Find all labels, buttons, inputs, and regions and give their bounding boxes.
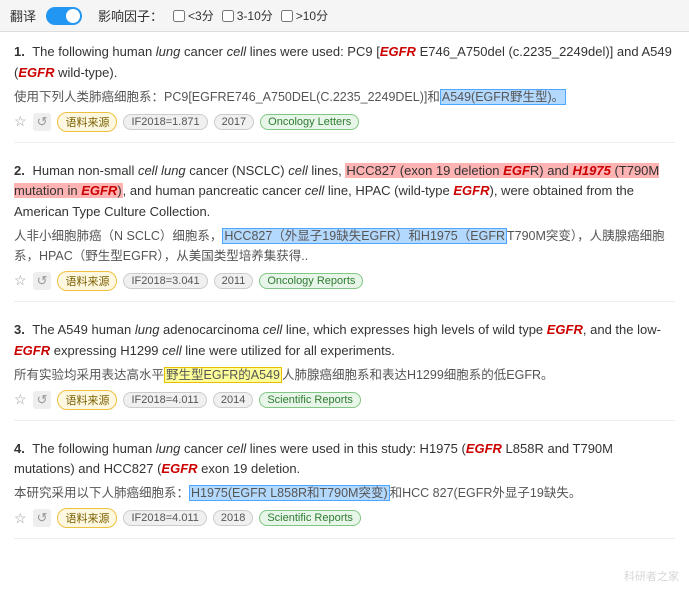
source-tag-1[interactable]: 语料来源 <box>57 112 117 132</box>
word-lung-3: lung <box>135 322 160 337</box>
journal-tag-3: Scientific Reports <box>259 392 361 408</box>
word-cell-6: cell <box>227 441 247 456</box>
word-cell-4: cell <box>263 322 283 337</box>
result-text-3: 3. The A549 human lung adenocarcinoma ce… <box>14 320 675 362</box>
word-cell-lung-2: cell lung <box>138 163 186 178</box>
egfr-ref-7: EGFR <box>466 441 502 456</box>
egfr-ref-3: EGFR <box>81 183 117 198</box>
if-tag-3: IF2018=4.011 <box>123 392 206 408</box>
if-tag-2: IF2018=3.041 <box>123 273 207 289</box>
star-icon-4[interactable]: ☆ <box>14 510 27 527</box>
main-content: 1. The following human lung cancer cell … <box>0 32 689 567</box>
refresh-icon-4[interactable]: ↺ <box>33 509 52 527</box>
refresh-icon-2[interactable]: ↺ <box>33 272 52 290</box>
filter-gt10-checkbox[interactable] <box>281 10 293 22</box>
egfr-hcc827: EGF <box>503 163 530 178</box>
translate-label: 翻译 <box>10 6 36 25</box>
if-tag-4: IF2018=4.011 <box>123 510 206 526</box>
chinese-text-4: 本研究采用以下人肺癌细胞系：H1975(EGFR L858R和T790M突变)和… <box>14 483 675 503</box>
translate-toggle[interactable] <box>46 7 82 25</box>
meta-row-4: ☆ ↺ 语料来源 IF2018=4.011 2018 Scientific Re… <box>14 508 675 528</box>
result-text-4: 4. The following human lung cancer cell … <box>14 439 675 481</box>
watermark: 科研者之家 <box>624 568 679 584</box>
year-tag-1: 2017 <box>214 114 254 130</box>
word-lung-4: lung <box>156 441 181 456</box>
journal-tag-2: Oncology Reports <box>259 273 363 289</box>
egfr-ref-2: EGFR <box>18 65 54 80</box>
result-item-1: 1. The following human lung cancer cell … <box>14 42 675 143</box>
top-bar: 翻译 影响因子： <3分 3-10分 >10分 <box>0 0 689 32</box>
year-tag-2: 2011 <box>214 273 254 289</box>
filter-gt10-label: >10分 <box>296 7 328 24</box>
chinese-highlight-1: A549(EGFR野生型)。 <box>440 89 566 105</box>
meta-row-1: ☆ ↺ 语料来源 IF2018=1.871 2017 Oncology Lett… <box>14 112 675 132</box>
result-item-2: 2. Human non-small cell lung cancer (NSC… <box>14 161 675 302</box>
word-cell-3: cell <box>305 183 325 198</box>
chinese-text-1: 使用下列人类肺癌细胞系：PC9[EGFRE746_A750DEL(C.2235_… <box>14 87 675 107</box>
source-tag-2[interactable]: 语料来源 <box>57 271 117 291</box>
filter-3to10-label: 3-10分 <box>237 7 273 24</box>
source-tag-4[interactable]: 语料来源 <box>57 508 117 528</box>
chinese-highlight-4: H1975(EGFR L858R和T790M突变) <box>189 485 390 501</box>
word-cell-2: cell <box>288 163 308 178</box>
star-icon-2[interactable]: ☆ <box>14 272 27 289</box>
star-icon-1[interactable]: ☆ <box>14 113 27 130</box>
source-tag-3[interactable]: 语料来源 <box>57 390 117 410</box>
result-number-3: 3. <box>14 322 25 337</box>
chinese-text-3: 所有实验均采用表达高水平野生型EGFR的A549人肺腺癌细胞系和表达H1299细… <box>14 365 675 385</box>
result-number-1: 1. <box>14 44 25 59</box>
word-lung-1: lung <box>156 44 181 59</box>
filter-gt10[interactable]: >10分 <box>281 7 328 24</box>
chinese-highlight-2: HCC827（外显子19缺失EGFR）和H1975（EGFR <box>222 228 507 244</box>
filter-lt3-label: <3分 <box>188 7 214 24</box>
egfr-ref-1: EGFR <box>380 44 416 59</box>
result-text-2: 2. Human non-small cell lung cancer (NSC… <box>14 161 675 223</box>
filter-3to10[interactable]: 3-10分 <box>222 7 273 24</box>
meta-row-2: ☆ ↺ 语料来源 IF2018=3.041 2011 Oncology Repo… <box>14 271 675 291</box>
filter-lt3[interactable]: <3分 <box>173 7 214 24</box>
egfr-ref-4: EGFR <box>453 183 489 198</box>
result-item-4: 4. The following human lung cancer cell … <box>14 439 675 540</box>
word-cell-5: cell <box>162 343 182 358</box>
year-tag-4: 2018 <box>213 510 253 526</box>
refresh-icon-1[interactable]: ↺ <box>33 113 52 131</box>
result-number-2: 2. <box>14 163 25 178</box>
egfr-ref-5: EGFR <box>547 322 583 337</box>
filter-group: <3分 3-10分 >10分 <box>173 7 328 24</box>
highlight-hcc827: HCC827 (exon 19 deletion EGFR) and H1975… <box>14 163 659 199</box>
star-icon-3[interactable]: ☆ <box>14 391 27 408</box>
filter-lt3-checkbox[interactable] <box>173 10 185 22</box>
egfr-ref-8: EGFR <box>161 461 197 476</box>
result-number-4: 4. <box>14 441 25 456</box>
chinese-highlight-3: 野生型EGFR的A549 <box>164 367 282 383</box>
filter-label: 影响因子： <box>98 6 163 25</box>
year-tag-3: 2014 <box>213 392 253 408</box>
result-item-3: 3. The A549 human lung adenocarcinoma ce… <box>14 320 675 421</box>
egfr-h1975: H1975 <box>573 163 611 178</box>
chinese-text-2: 人非小细胞肺癌（N SCLC）细胞系，HCC827（外显子19缺失EGFR）和H… <box>14 226 675 266</box>
if-tag-1: IF2018=1.871 <box>123 114 207 130</box>
filter-3to10-checkbox[interactable] <box>222 10 234 22</box>
refresh-icon-3[interactable]: ↺ <box>33 391 52 409</box>
meta-row-3: ☆ ↺ 语料来源 IF2018=4.011 2014 Scientific Re… <box>14 390 675 410</box>
journal-tag-1: Oncology Letters <box>260 114 359 130</box>
journal-tag-4: Scientific Reports <box>259 510 361 526</box>
egfr-ref-6: EGFR <box>14 343 50 358</box>
result-text-1: 1. The following human lung cancer cell … <box>14 42 675 84</box>
word-cell-1: cell <box>227 44 247 59</box>
